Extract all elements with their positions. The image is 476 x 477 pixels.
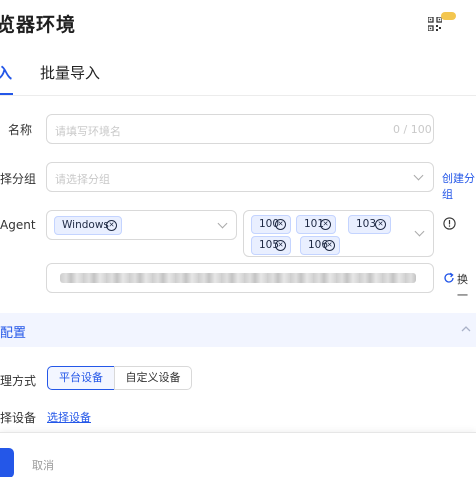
os-tag-label: Windows xyxy=(62,219,109,231)
remove-tag-icon[interactable]: ✕ xyxy=(275,219,286,230)
page-header: 览器环境 xyxy=(0,0,476,48)
version-select[interactable]: 100 ✕ 101 ✕ 103 ✕ 105 ✕ 106 ✕ xyxy=(243,210,434,257)
remove-tag-icon[interactable]: ✕ xyxy=(106,220,117,231)
form-footer: 取消 xyxy=(0,432,476,477)
group-label: 择分组 xyxy=(0,172,37,186)
group-placeholder: 请选择分组 xyxy=(55,173,110,186)
tab-batch-import[interactable]: 批量导入 xyxy=(40,62,100,83)
refresh-icon[interactable] xyxy=(443,272,455,284)
name-label: 名称 xyxy=(8,123,33,137)
agent-label: Agent xyxy=(0,218,36,232)
page-title: 览器环境 xyxy=(0,14,77,36)
env-name-placeholder: 请填写环境名 xyxy=(55,125,121,138)
new-badge xyxy=(441,12,456,20)
import-tabs: 入 批量导入 xyxy=(0,48,476,96)
env-name-input[interactable]: 请填写环境名 0 / 100 xyxy=(46,114,434,144)
remove-tag-icon[interactable]: ✕ xyxy=(320,219,331,230)
version-tag: 106 ✕ xyxy=(300,236,340,255)
version-tag: 100 ✕ xyxy=(251,215,291,234)
os-tag: Windows ✕ xyxy=(54,216,122,235)
platform-device-option[interactable]: 平台设备 xyxy=(47,366,115,390)
tab-single-import[interactable]: 入 xyxy=(0,62,12,83)
version-tag: 101 ✕ xyxy=(296,215,336,234)
create-group-link[interactable]: 创建分组 xyxy=(442,170,476,202)
version-tag: 103 ✕ xyxy=(348,215,391,234)
custom-device-option[interactable]: 自定义设备 xyxy=(114,366,192,390)
exclamation-circle-icon[interactable] xyxy=(443,217,456,230)
char-counter: 0 / 100 xyxy=(393,123,432,136)
remove-tag-icon[interactable]: ✕ xyxy=(375,219,386,230)
active-tab-indicator xyxy=(0,93,13,95)
chevron-up-icon[interactable] xyxy=(461,325,471,333)
user-agent-value-redacted xyxy=(60,273,416,283)
os-select[interactable]: Windows ✕ xyxy=(46,210,237,240)
remove-tag-icon[interactable]: ✕ xyxy=(324,240,335,251)
proxy-config-section[interactable]: 配置 xyxy=(0,313,476,347)
group-select[interactable]: 请选择分组 xyxy=(46,162,434,192)
chevron-down-icon xyxy=(414,226,425,237)
select-device-link[interactable]: 选择设备 xyxy=(47,409,91,425)
confirm-button[interactable] xyxy=(0,448,14,477)
chevron-down-icon xyxy=(413,170,424,181)
chevron-down-icon xyxy=(217,218,228,229)
qr-code-icon[interactable] xyxy=(428,17,442,31)
device-label: 择设备 xyxy=(0,411,37,425)
proxy-method-label: 理方式 xyxy=(0,374,37,388)
refresh-ua-label[interactable]: 换一 xyxy=(457,271,476,303)
version-tag-label: 103 xyxy=(356,218,377,230)
version-tag: 105 ✕ xyxy=(251,236,291,255)
section-title: 配置 xyxy=(0,326,27,341)
remove-tag-icon[interactable]: ✕ xyxy=(275,240,286,251)
cancel-button[interactable]: 取消 xyxy=(32,457,54,473)
